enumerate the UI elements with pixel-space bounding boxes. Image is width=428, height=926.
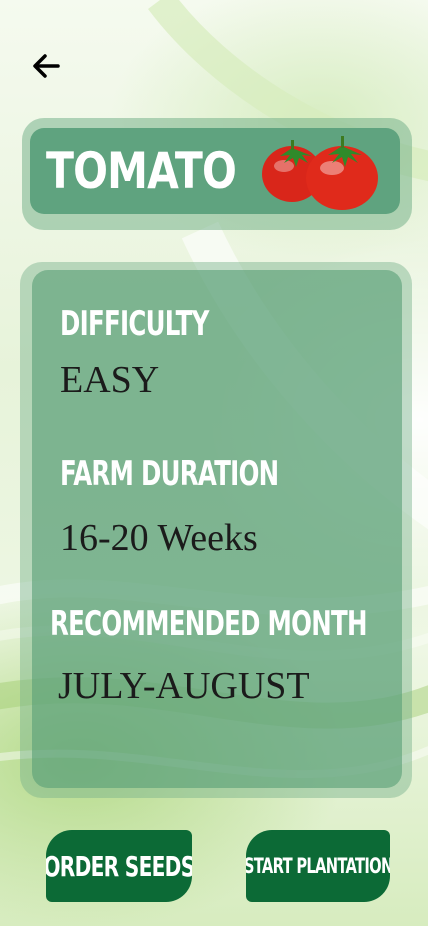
recommended-month-label: RECOMMENDED MONTH [50, 604, 367, 644]
difficulty-label: DIFFICULTY [60, 304, 209, 344]
recommended-month-value: JULY-AUGUST [58, 665, 310, 707]
start-plantation-label: START PLANTATION [246, 854, 390, 878]
back-button[interactable] [28, 48, 64, 84]
order-seeds-label: ORDER SEEDS [46, 849, 192, 883]
crop-title: TOMATO [46, 142, 237, 200]
farm-duration-value: 16-20 Weeks [60, 517, 258, 559]
farm-duration-label: FARM DURATION [60, 454, 279, 494]
arrow-left-icon [33, 54, 60, 78]
order-seeds-button[interactable]: ORDER SEEDS [46, 830, 192, 902]
start-plantation-button[interactable]: START PLANTATION [246, 830, 390, 902]
tomato-icon [262, 136, 378, 210]
difficulty-value: EASY [60, 359, 160, 401]
